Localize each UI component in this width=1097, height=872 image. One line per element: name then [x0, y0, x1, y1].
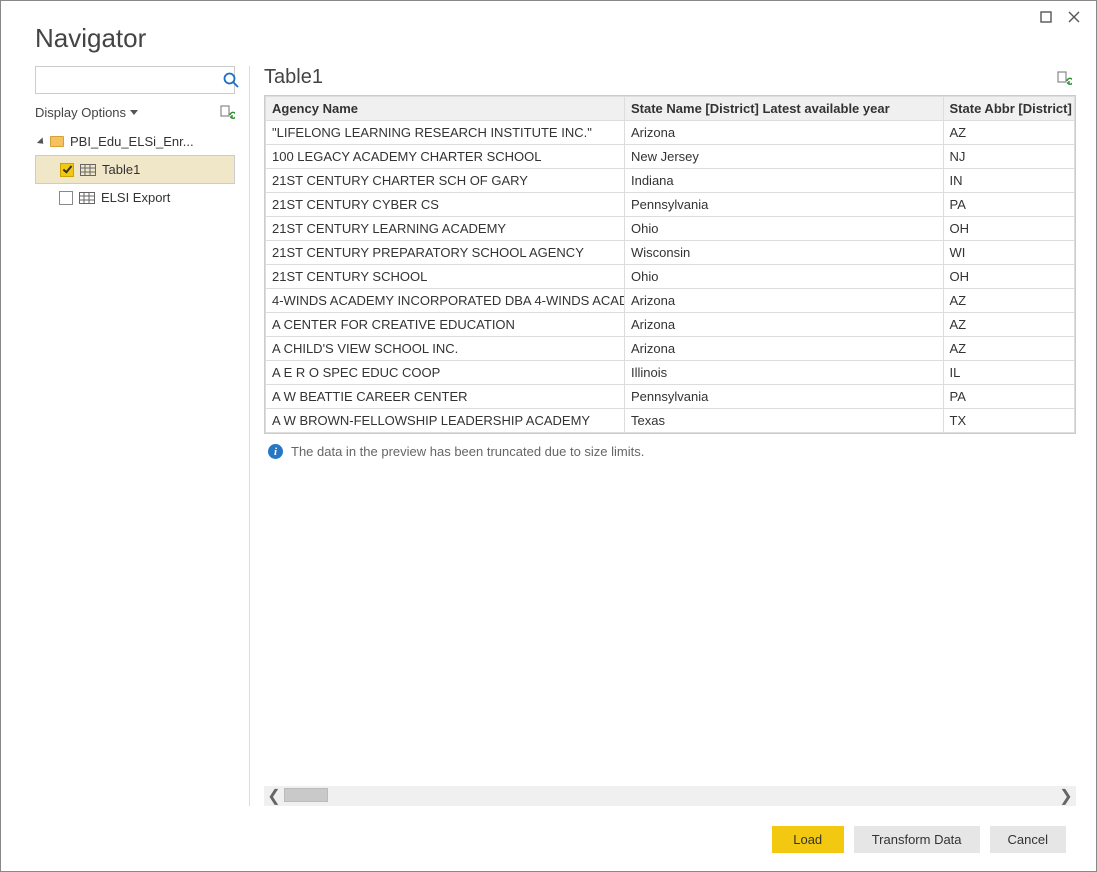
table-row[interactable]: 21ST CENTURY LEARNING ACADEMYOhioOH	[266, 217, 1075, 241]
table-cell: 21ST CENTURY LEARNING ACADEMY	[266, 217, 625, 241]
scroll-left-arrow[interactable]: ❮	[264, 786, 284, 806]
divider	[249, 66, 250, 806]
table-cell: TX	[943, 409, 1074, 433]
table-cell: A W BROWN-FELLOWSHIP LEADERSHIP ACADEMY	[266, 409, 625, 433]
preview-refresh-icon[interactable]	[1056, 70, 1072, 86]
table-cell: A E R O SPEC EDUC COOP	[266, 361, 625, 385]
table-row[interactable]: A W BEATTIE CAREER CENTERPennsylvaniaPA	[266, 385, 1075, 409]
table-cell: 4-WINDS ACADEMY INCORPORATED DBA 4-WINDS…	[266, 289, 625, 313]
table-row[interactable]: 4-WINDS ACADEMY INCORPORATED DBA 4-WINDS…	[266, 289, 1075, 313]
expand-icon	[37, 137, 46, 146]
table-row[interactable]: 21ST CENTURY CYBER CSPennsylvaniaPA	[266, 193, 1075, 217]
table-row[interactable]: A E R O SPEC EDUC COOPIllinoisIL	[266, 361, 1075, 385]
table-cell: Ohio	[624, 217, 943, 241]
table-row[interactable]: 100 LEGACY ACADEMY CHARTER SCHOOLNew Jer…	[266, 145, 1075, 169]
tree-root-label: PBI_Edu_ELSi_Enr...	[70, 134, 194, 149]
checkbox-unchecked[interactable]	[59, 191, 73, 205]
close-button[interactable]	[1066, 9, 1082, 25]
table-cell: OH	[943, 217, 1074, 241]
table-cell: AZ	[943, 289, 1074, 313]
table-cell: IN	[943, 169, 1074, 193]
preview-title: Table1	[264, 66, 323, 89]
table-cell: 21ST CENTURY CHARTER SCH OF GARY	[266, 169, 625, 193]
table-cell: Arizona	[624, 289, 943, 313]
table-cell: Pennsylvania	[624, 193, 943, 217]
chevron-down-icon	[130, 110, 138, 115]
table-cell: Indiana	[624, 169, 943, 193]
table-icon	[80, 164, 96, 176]
folder-icon	[50, 136, 64, 147]
horizontal-scrollbar[interactable]: ❮ ❯	[264, 786, 1076, 806]
tree-item-table1[interactable]: Table1	[35, 155, 235, 184]
table-cell: "LIFELONG LEARNING RESEARCH INSTITUTE IN…	[266, 121, 625, 145]
table-cell: PA	[943, 385, 1074, 409]
table-cell: New Jersey	[624, 145, 943, 169]
table-cell: Arizona	[624, 313, 943, 337]
table-cell: AZ	[943, 121, 1074, 145]
table-cell: OH	[943, 265, 1074, 289]
scrollbar-thumb[interactable]	[284, 788, 328, 802]
table-cell: IL	[943, 361, 1074, 385]
refresh-icon[interactable]	[219, 104, 235, 120]
table-cell: 21ST CENTURY CYBER CS	[266, 193, 625, 217]
column-header[interactable]: State Abbr [District]	[943, 97, 1074, 121]
cancel-button[interactable]: Cancel	[990, 826, 1066, 853]
table-cell: PA	[943, 193, 1074, 217]
table-row[interactable]: 21ST CENTURY CHARTER SCH OF GARYIndianaI…	[266, 169, 1075, 193]
tree-root-node[interactable]: PBI_Edu_ELSi_Enr...	[35, 128, 235, 155]
tree-item-label: ELSI Export	[101, 190, 170, 205]
table-row[interactable]: 21ST CENTURY PREPARATORY SCHOOL AGENCYWi…	[266, 241, 1075, 265]
table-icon	[79, 192, 95, 204]
table-cell: A W BEATTIE CAREER CENTER	[266, 385, 625, 409]
table-cell: Texas	[624, 409, 943, 433]
search-icon	[222, 71, 240, 89]
display-options-dropdown[interactable]: Display Options	[35, 105, 138, 120]
table-cell: WI	[943, 241, 1074, 265]
table-cell: A CENTER FOR CREATIVE EDUCATION	[266, 313, 625, 337]
preview-table: Agency NameState Name [District] Latest …	[265, 96, 1075, 433]
table-row[interactable]: 21ST CENTURY SCHOOLOhioOH	[266, 265, 1075, 289]
table-cell: 21ST CENTURY SCHOOL	[266, 265, 625, 289]
scroll-right-arrow[interactable]: ❯	[1056, 786, 1076, 806]
info-icon: i	[268, 444, 283, 459]
dialog-title: Navigator	[35, 23, 1068, 54]
table-cell: AZ	[943, 313, 1074, 337]
table-cell: Ohio	[624, 265, 943, 289]
scrollbar-track[interactable]	[284, 786, 1056, 806]
table-row[interactable]: A CHILD'S VIEW SCHOOL INC.ArizonaAZ	[266, 337, 1075, 361]
table-cell: Arizona	[624, 121, 943, 145]
maximize-button[interactable]	[1038, 9, 1054, 25]
tree-item-elsi-export[interactable]: ELSI Export	[35, 184, 235, 211]
table-cell: Illinois	[624, 361, 943, 385]
table-cell: A CHILD'S VIEW SCHOOL INC.	[266, 337, 625, 361]
table-cell: Arizona	[624, 337, 943, 361]
column-header[interactable]: Agency Name	[266, 97, 625, 121]
table-cell: NJ	[943, 145, 1074, 169]
table-row[interactable]: A CENTER FOR CREATIVE EDUCATIONArizonaAZ	[266, 313, 1075, 337]
table-cell: Pennsylvania	[624, 385, 943, 409]
table-row[interactable]: A W BROWN-FELLOWSHIP LEADERSHIP ACADEMYT…	[266, 409, 1075, 433]
table-cell: Wisconsin	[624, 241, 943, 265]
table-cell: 100 LEGACY ACADEMY CHARTER SCHOOL	[266, 145, 625, 169]
truncated-message: The data in the preview has been truncat…	[291, 444, 644, 459]
tree-item-label: Table1	[102, 162, 140, 177]
column-header[interactable]: State Name [District] Latest available y…	[624, 97, 943, 121]
load-button[interactable]: Load	[772, 826, 844, 853]
checkbox-checked[interactable]	[60, 163, 74, 177]
table-row[interactable]: "LIFELONG LEARNING RESEARCH INSTITUTE IN…	[266, 121, 1075, 145]
search-input[interactable]	[42, 72, 222, 89]
display-options-label: Display Options	[35, 105, 126, 120]
table-cell: AZ	[943, 337, 1074, 361]
search-input-container[interactable]	[35, 66, 235, 94]
transform-data-button[interactable]: Transform Data	[854, 826, 980, 853]
table-cell: 21ST CENTURY PREPARATORY SCHOOL AGENCY	[266, 241, 625, 265]
